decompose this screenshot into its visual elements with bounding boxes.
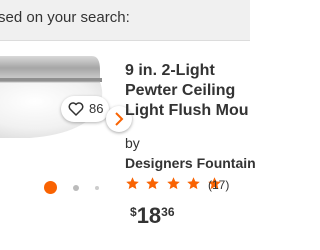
price: $1836 bbox=[130, 203, 175, 229]
search-caption-bar: sed on your search: bbox=[0, 0, 250, 41]
price-currency: $ bbox=[130, 205, 137, 219]
review-count[interactable]: (17) bbox=[208, 178, 229, 192]
price-dollars: 18 bbox=[136, 203, 162, 228]
star-icon bbox=[167, 177, 180, 190]
price-cents: 36 bbox=[161, 205, 175, 219]
by-label: by bbox=[125, 135, 140, 151]
star-icon bbox=[146, 177, 160, 190]
favorite-button[interactable]: 86 bbox=[61, 96, 109, 122]
chevron-right-icon bbox=[115, 112, 124, 126]
pagination-dot[interactable] bbox=[95, 186, 99, 190]
pagination-dot[interactable] bbox=[73, 185, 79, 191]
product-title[interactable]: 9 in. 2-Light Pewter Ceiling Light Flush… bbox=[125, 61, 255, 121]
favorite-count: 86 bbox=[89, 101, 104, 116]
search-caption: sed on your search: bbox=[0, 9, 130, 26]
heart-icon bbox=[68, 102, 84, 116]
brand-name[interactable]: Designers Fountain bbox=[125, 155, 256, 171]
image-pagination bbox=[0, 181, 110, 195]
product-image[interactable]: 86 bbox=[0, 46, 118, 176]
star-icon bbox=[126, 177, 139, 190]
pagination-dot-active[interactable] bbox=[44, 181, 57, 194]
star-icon bbox=[187, 177, 201, 190]
